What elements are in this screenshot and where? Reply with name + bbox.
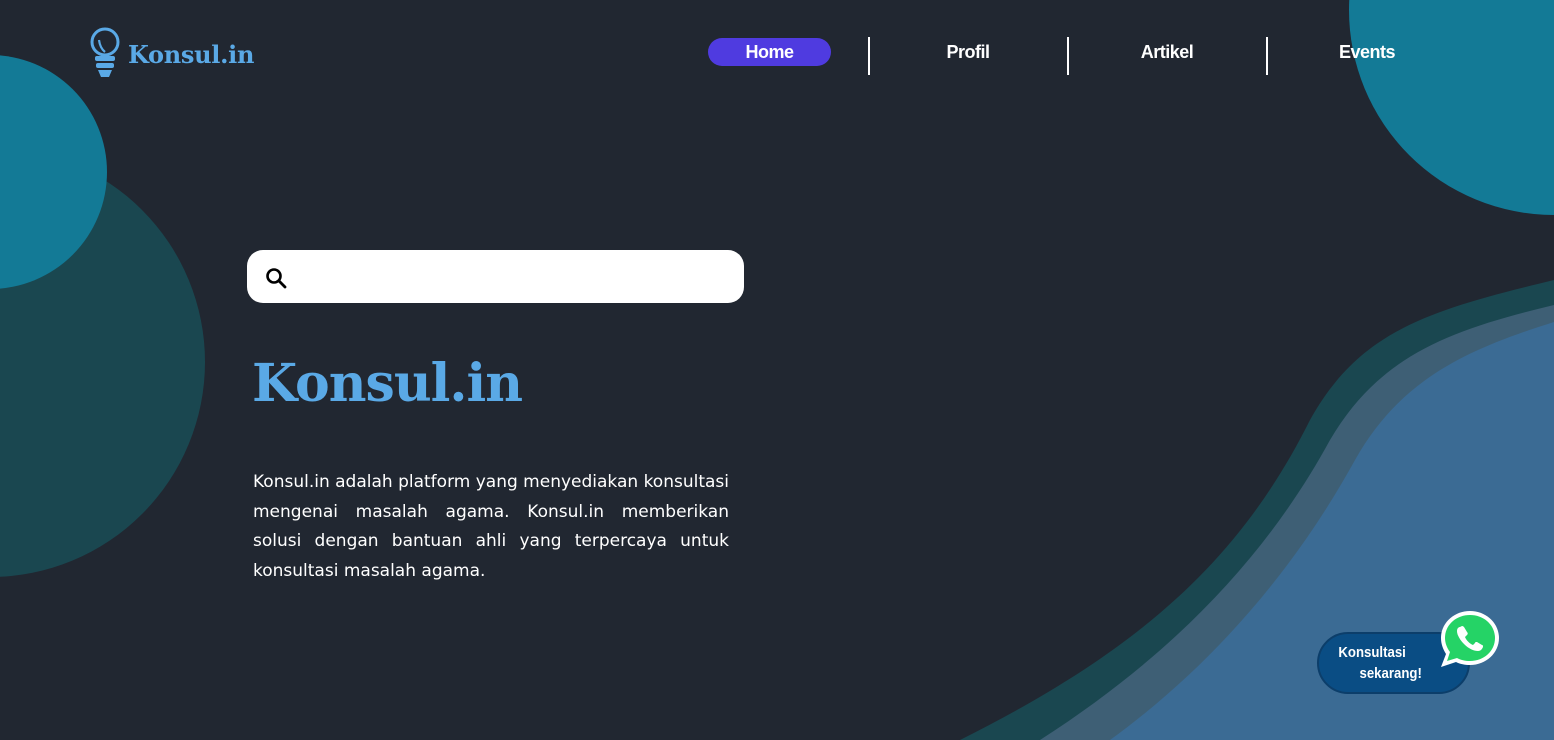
nav-divider	[1266, 37, 1268, 75]
search-input[interactable]	[300, 255, 724, 298]
nav-divider	[868, 37, 870, 75]
lightbulb-icon	[90, 27, 120, 77]
hero-description: Konsul.in adalah platform yang menyediak…	[253, 472, 729, 581]
brand-logo[interactable]: Konsul.in	[88, 26, 254, 80]
nav-divider	[1067, 37, 1069, 75]
nav-events[interactable]: Events	[1317, 38, 1417, 66]
nav-profil[interactable]: Profil	[918, 38, 1018, 66]
consult-now-line1: Konsultasi	[1338, 644, 1406, 661]
brand-name: Konsul.in	[128, 39, 255, 69]
consult-now-line2: sekarang!	[1359, 665, 1422, 682]
landing-page: Konsul.in Home Profil Artikel Events Kon…	[0, 0, 1554, 740]
search-bar[interactable]	[247, 250, 744, 303]
nav-artikel[interactable]: Artikel	[1117, 38, 1217, 66]
bg-circle-top-right	[1349, 0, 1554, 215]
background-shapes	[0, 0, 1554, 740]
consult-now-label: Konsultasi sekarang!	[1319, 642, 1451, 684]
whatsapp-icon[interactable]	[1438, 609, 1502, 669]
nav-home[interactable]: Home	[708, 38, 831, 66]
hero-title: Konsul.in	[252, 353, 523, 414]
search-icon[interactable]	[264, 266, 290, 292]
